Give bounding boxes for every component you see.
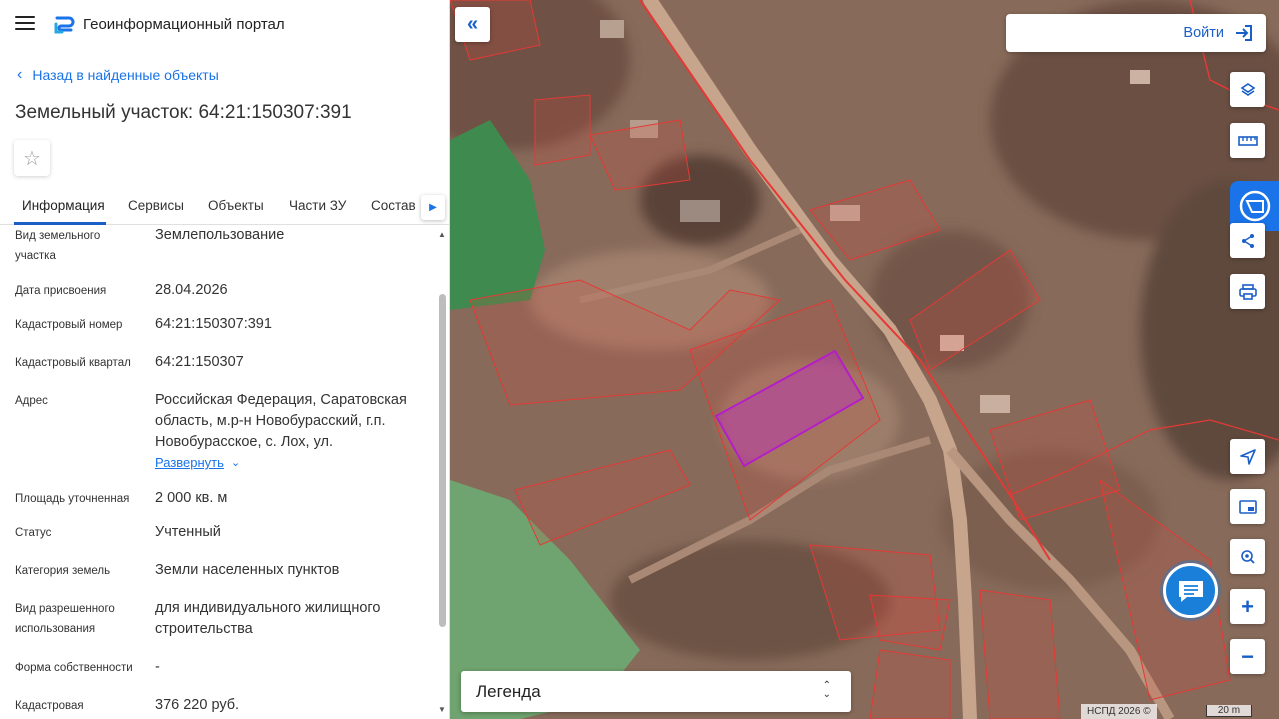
property-label: Категория земель	[15, 565, 111, 577]
login-button[interactable]: Войти	[1006, 14, 1266, 52]
tab-information[interactable]: Информация	[22, 198, 105, 213]
favorite-button[interactable]: ☆	[14, 140, 50, 176]
satellite-map-image	[450, 0, 1279, 719]
scrollbar-thumb[interactable]	[439, 294, 446, 627]
picture-in-picture-icon	[1238, 499, 1257, 514]
property-value: 64:21:150307	[155, 354, 244, 370]
tab-objects[interactable]: Объекты	[208, 198, 264, 213]
property-value: Российская Федерация, Саратовская област…	[155, 392, 407, 450]
chevron-down-icon[interactable]: ⌄	[231, 456, 240, 469]
property-value: 28.04.2026	[155, 282, 228, 298]
property-value: Земли населенных пунктов	[155, 562, 340, 578]
print-icon	[1238, 283, 1257, 300]
property-value: Учтенный	[155, 524, 221, 540]
property-label: Вид земельного участка	[15, 230, 101, 262]
tab-services[interactable]: Сервисы	[128, 198, 184, 213]
portal-title: Геоинформационный портал	[83, 16, 285, 33]
chat-button[interactable]	[1163, 563, 1218, 618]
scroll-up-icon[interactable]: ▲	[438, 230, 446, 239]
copyright-text: НСПД 2026 ©	[1081, 704, 1157, 719]
layers-icon	[1240, 82, 1255, 96]
legend-panel[interactable]: Легенда ⌃ ⌄	[461, 671, 851, 712]
location-arrow-icon	[1239, 448, 1256, 465]
property-label: Кадастровая	[15, 700, 84, 712]
tab-bar: Информация Сервисы Объекты Части ЗУ Сост…	[0, 188, 449, 225]
zoom-in-button[interactable]: +	[1230, 589, 1265, 624]
property-label: Кадастровый квартал	[15, 357, 131, 369]
info-panel: Геоинформационный портал ‹ Назад в найде…	[0, 0, 450, 719]
ruler-button[interactable]	[1230, 123, 1265, 158]
message-icon	[1239, 190, 1270, 222]
login-label: Войти	[1183, 25, 1224, 41]
double-chevron-left-icon[interactable]: «	[455, 7, 490, 42]
scrollbar[interactable]: ▲ ▼	[437, 226, 447, 719]
tabs-next-button[interactable]: ▶	[421, 195, 445, 220]
object-title: Земельный участок: 64:21:150307:391	[15, 102, 352, 123]
back-link[interactable]: ‹ Назад в найденные объекты	[17, 66, 219, 84]
property-label: Статус	[15, 527, 52, 539]
property-label: Вид разрешенного использования	[15, 603, 115, 635]
chat-icon	[1178, 580, 1203, 602]
properties-list: Вид земельного участка Землепользование …	[0, 225, 437, 719]
tab-parts[interactable]: Части ЗУ	[289, 198, 346, 213]
share-icon	[1241, 233, 1254, 248]
property-label: Дата присвоения	[15, 285, 107, 297]
share-button[interactable]	[1230, 223, 1265, 258]
expand-collapse-icon: ⌃ ⌄	[822, 680, 831, 700]
layers-button[interactable]	[1230, 72, 1265, 107]
top-bar: Геоинформационный портал	[0, 0, 449, 50]
property-value: 64:21:150307:391	[155, 316, 272, 332]
tab-composition[interactable]: Состав	[371, 198, 416, 213]
print-button[interactable]	[1230, 274, 1265, 309]
hamburger-icon[interactable]	[15, 16, 35, 34]
property-label: Форма собственности	[15, 662, 133, 674]
sign-in-icon	[1236, 25, 1252, 41]
property-value: -	[155, 659, 160, 675]
expand-address-link[interactable]: Развернуть	[155, 455, 224, 470]
plus-icon: +	[1241, 593, 1254, 619]
map-search-button[interactable]	[1230, 539, 1265, 574]
property-value: Землепользование	[155, 227, 285, 243]
legend-label: Легенда	[476, 681, 541, 701]
portal-logo	[54, 16, 75, 34]
map-view[interactable]	[450, 0, 1279, 719]
back-link-label: Назад в найденные объекты	[32, 67, 219, 83]
star-icon: ☆	[23, 147, 41, 170]
property-value: для индивидуального жилищного строительс…	[155, 600, 381, 637]
property-value: 2 000 кв. м	[155, 490, 228, 506]
property-label: Площадь уточненная	[15, 493, 130, 505]
app: Геоинформационный портал ‹ Назад в найде…	[0, 0, 1279, 719]
property-label: Адрес	[15, 395, 48, 407]
property-label: Кадастровый номер	[15, 319, 123, 331]
chevron-left-icon: ‹	[17, 66, 23, 83]
zoom-out-button[interactable]: −	[1230, 639, 1265, 674]
minimap-button[interactable]	[1230, 489, 1265, 524]
minus-icon: −	[1241, 643, 1254, 669]
ruler-icon	[1237, 135, 1258, 146]
property-value: 376 220 руб.	[155, 697, 240, 713]
scroll-down-icon[interactable]: ▼	[438, 705, 446, 714]
map-search-icon	[1240, 549, 1255, 564]
scale-bar: 20 m	[1206, 705, 1252, 717]
locate-button[interactable]	[1230, 439, 1265, 474]
